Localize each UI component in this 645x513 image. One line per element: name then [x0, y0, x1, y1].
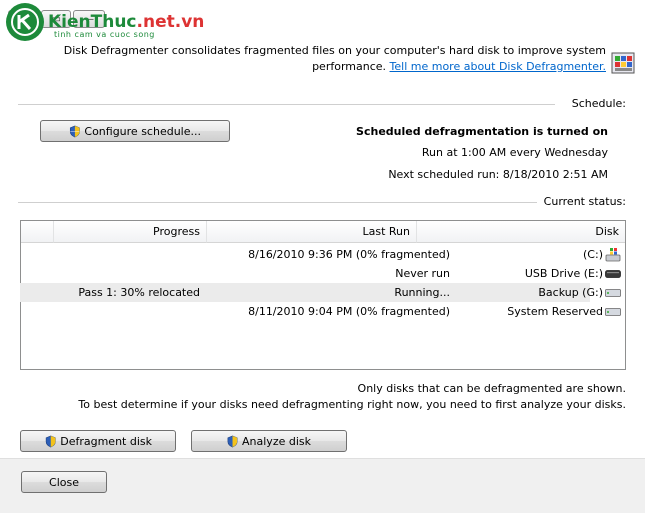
disk-name: USB Drive (E:): [524, 267, 603, 280]
uac-shield-icon: [70, 125, 81, 137]
disk-progress: Pass 1: 30% relocated: [78, 286, 200, 299]
disk-name: Backup (G:): [538, 286, 603, 299]
disk-list[interactable]: Disk Last Run Progress (C:) 8/16/2010 9:…: [20, 220, 626, 370]
learn-more-link[interactable]: Tell me more about Disk Defragmenter.: [390, 60, 606, 73]
watermark-logo-icon: [6, 3, 44, 41]
system-drive-icon: [605, 247, 621, 262]
disk-last-run: 8/16/2010 9:36 PM (0% fragmented): [248, 248, 450, 261]
column-header-progress[interactable]: Progress: [53, 221, 206, 243]
column-header-progress-label: Progress: [153, 225, 200, 238]
current-status-heading: Current status:: [543, 195, 626, 208]
usb-drive-icon: [605, 269, 621, 279]
column-header-disk[interactable]: Disk: [416, 221, 625, 243]
column-header-last-run[interactable]: Last Run: [206, 221, 416, 243]
schedule-run-at: Run at 1:00 AM every Wednesday: [421, 146, 608, 159]
column-header-last-run-label: Last Run: [362, 225, 410, 238]
disk-name: System Reserved: [507, 305, 603, 318]
watermark-brand: KienThuc: [48, 12, 137, 32]
analyze-disk-label: Analyze disk: [242, 434, 312, 448]
notes-analyze-hint: To best determine if your disks need def…: [78, 398, 626, 411]
defragmenter-app-icon: [608, 47, 638, 77]
column-header-disk-label: Disk: [595, 225, 619, 238]
close-button[interactable]: Close: [21, 471, 107, 493]
schedule-divider: [18, 104, 555, 105]
disk-row-c[interactable]: (C:) 8/16/2010 9:36 PM (0% fragmented): [21, 245, 625, 264]
disk-last-run: Running...: [394, 286, 450, 299]
disk-row-system-reserved[interactable]: System Reserved 8/11/2010 9:04 PM (0% fr…: [21, 302, 625, 321]
schedule-next-run: Next scheduled run: 8/18/2010 2:51 AM: [388, 168, 608, 181]
analyze-disk-button[interactable]: Analyze disk: [191, 430, 347, 452]
defragment-disk-label: Defragment disk: [60, 434, 152, 448]
watermark-logo: KienThuc.net.vn tinh cam va cuoc song: [6, 2, 232, 42]
configure-schedule-label: Configure schedule...: [84, 124, 202, 138]
uac-shield-icon: [45, 435, 56, 447]
schedule-heading: Schedule:: [571, 97, 626, 110]
uac-shield-icon: [228, 435, 238, 447]
column-header-filler: [21, 221, 53, 243]
watermark-tagline: tinh cam va cuoc song: [54, 30, 155, 39]
intro-description: Disk Defragmenter consolidates fragmente…: [63, 44, 606, 57]
intro-description-cont: performance. Tell me more about Disk Def…: [312, 60, 606, 73]
disk-row-usb[interactable]: USB Drive (E:) Never run: [21, 264, 625, 283]
configure-schedule-button[interactable]: Configure schedule...: [40, 120, 230, 142]
hard-drive-icon: [605, 307, 621, 317]
current-status-divider: [18, 202, 537, 203]
disk-name: (C:): [583, 248, 603, 261]
schedule-status: Scheduled defragmentation is turned on: [356, 125, 608, 138]
disk-row-backup[interactable]: Backup (G:) Running... Pass 1: 30% reloc…: [21, 283, 625, 302]
intro-performance-text: performance.: [312, 60, 387, 73]
disk-last-run: Never run: [395, 267, 450, 280]
dialog-footer: Close: [0, 458, 645, 513]
watermark-tld: .net.vn: [136, 12, 205, 32]
defragment-disk-button[interactable]: Defragment disk: [20, 430, 176, 452]
notes-shown-disks: Only disks that can be defragmented are …: [357, 382, 626, 395]
disk-last-run: 8/11/2010 9:04 PM (0% fragmented): [248, 305, 450, 318]
hard-drive-icon: [605, 288, 621, 298]
defragmenter-window: ✕ ▭ — KienThuc.net.vn tinh cam va cuoc s…: [0, 0, 645, 513]
close-button-label: Close: [49, 475, 79, 489]
